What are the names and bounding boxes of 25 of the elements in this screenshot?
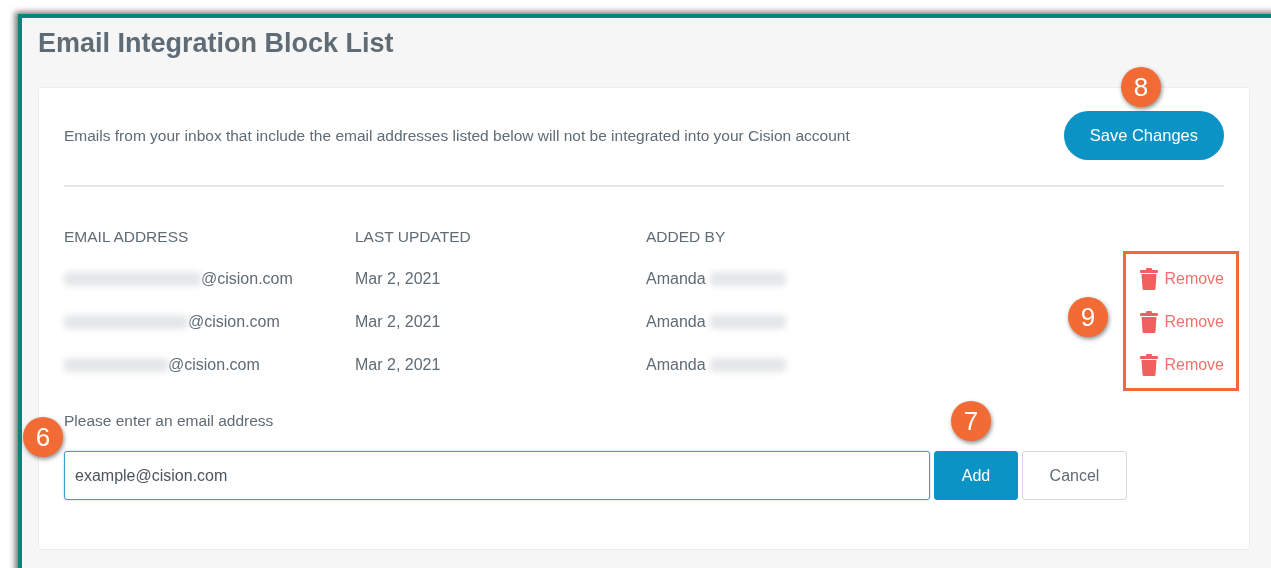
field-label: Please enter an email address [64, 412, 274, 430]
user-name: Amanda [646, 312, 706, 331]
email-address: @cision.com [168, 355, 260, 374]
page-title: Email Integration Block List [38, 27, 395, 60]
user-name: Amanda [646, 355, 706, 374]
date-text: Mar 2, 2021 [355, 355, 441, 374]
column-header: ADDED BY [646, 227, 727, 247]
trash-icon [1140, 353, 1159, 376]
email-input-field[interactable]: example@cision.com [64, 451, 930, 500]
column-header: EMAIL ADDRESS [64, 227, 190, 247]
date-text: Mar 2, 2021 [355, 269, 441, 288]
remove-button[interactable]: Remove [1140, 352, 1224, 377]
date-text: Mar 2, 2021 [355, 312, 441, 331]
save-changes-button[interactable]: Save Changes [1063, 111, 1224, 160]
column-header: LAST UPDATED [355, 227, 472, 247]
email-address: @cision.com [201, 269, 293, 288]
email-address: @cision.com [188, 312, 280, 331]
remove-button[interactable]: Remove [1140, 266, 1224, 291]
cancel-button[interactable]: Cancel [1022, 451, 1127, 500]
add-button[interactable]: Add [934, 451, 1018, 500]
description-text: Emails from your inbox that include the email addresses listed below will not be integrated into your Cision account [64, 126, 850, 145]
remove-button[interactable]: Remove [1140, 309, 1224, 334]
trash-icon [1140, 310, 1159, 333]
trash-icon [1140, 267, 1159, 290]
user-name: Amanda [646, 269, 706, 288]
